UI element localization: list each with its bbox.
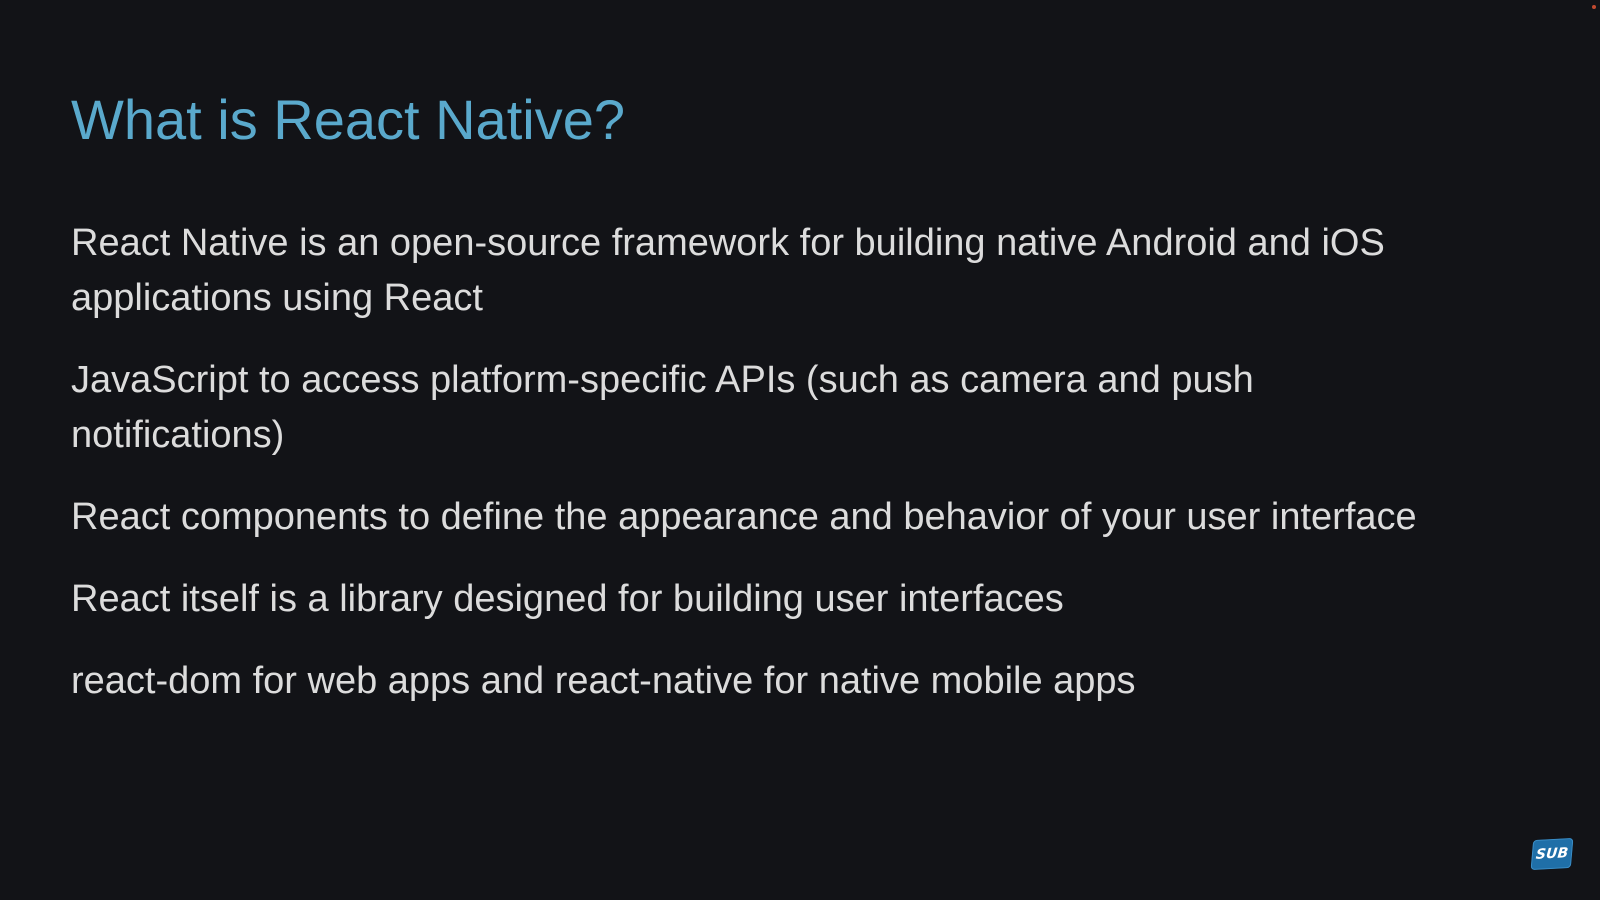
subscribe-badge[interactable]: SUB — [1530, 837, 1574, 871]
slide-title: What is React Native? — [71, 88, 625, 151]
bullet-item: React Native is an open-source framework… — [71, 222, 1385, 319]
bullet-item: react-dom for web apps and react-native … — [71, 660, 1136, 702]
corner-dot-icon — [1592, 5, 1596, 9]
bullet-item: React components to define the appearanc… — [71, 496, 1417, 538]
bullet-item: JavaScript to access platform-specific A… — [71, 359, 1254, 456]
bullet-list: React Native is an open-source framework… — [71, 216, 1541, 709]
subscribe-badge-label: SUB — [1535, 845, 1569, 863]
slide: What is React Native? React Native is an… — [0, 0, 1600, 900]
bullet-item: React itself is a library designed for b… — [71, 578, 1064, 620]
